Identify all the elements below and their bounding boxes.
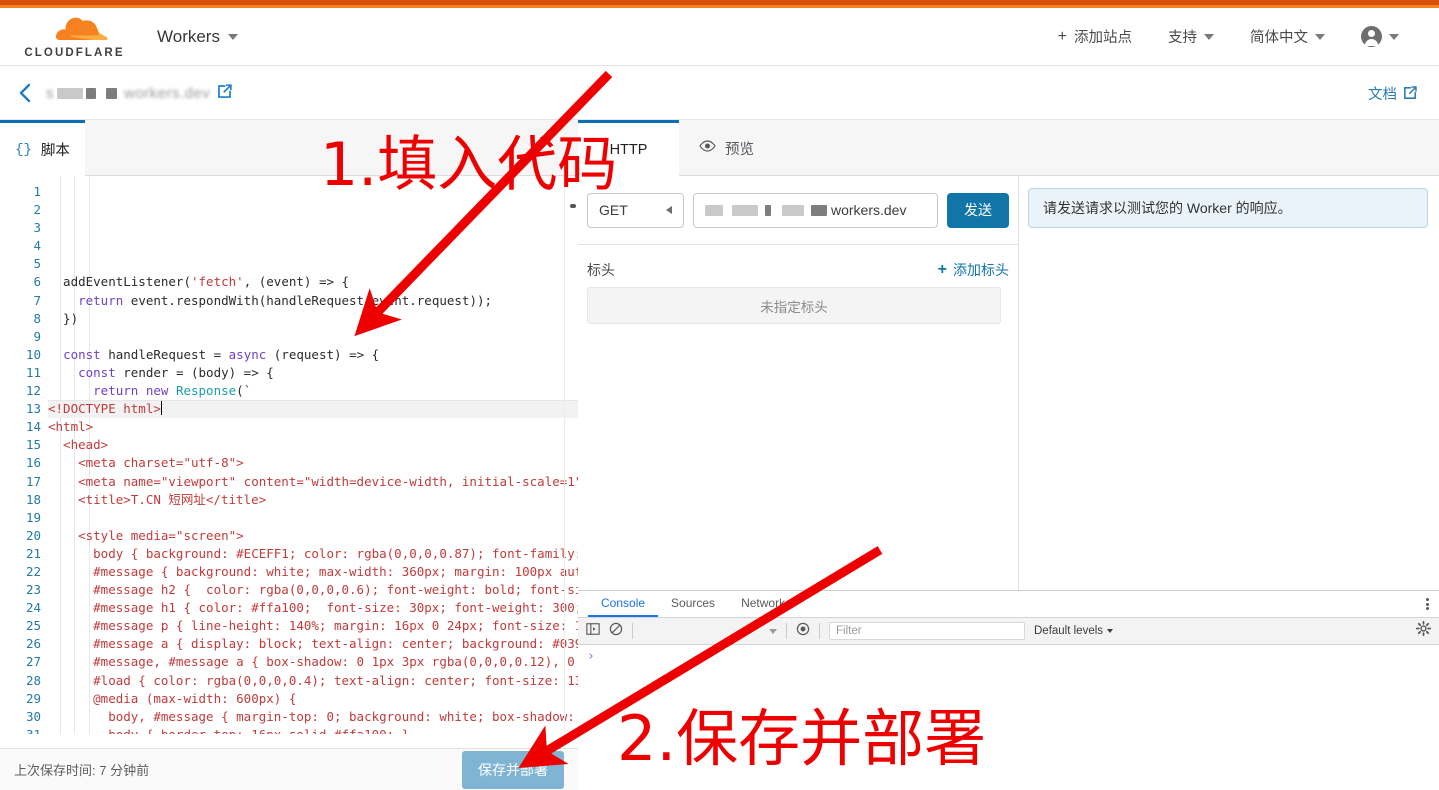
app-root: CLOUDFLARE Workers + 添加站点 支持 简体中文 s work… bbox=[0, 0, 1439, 790]
annotation-step-1: 1.填入代码 bbox=[320, 130, 618, 200]
annotation-arrows bbox=[354, 70, 883, 769]
annotation-step-2: 2.保存并部署 bbox=[617, 702, 987, 775]
